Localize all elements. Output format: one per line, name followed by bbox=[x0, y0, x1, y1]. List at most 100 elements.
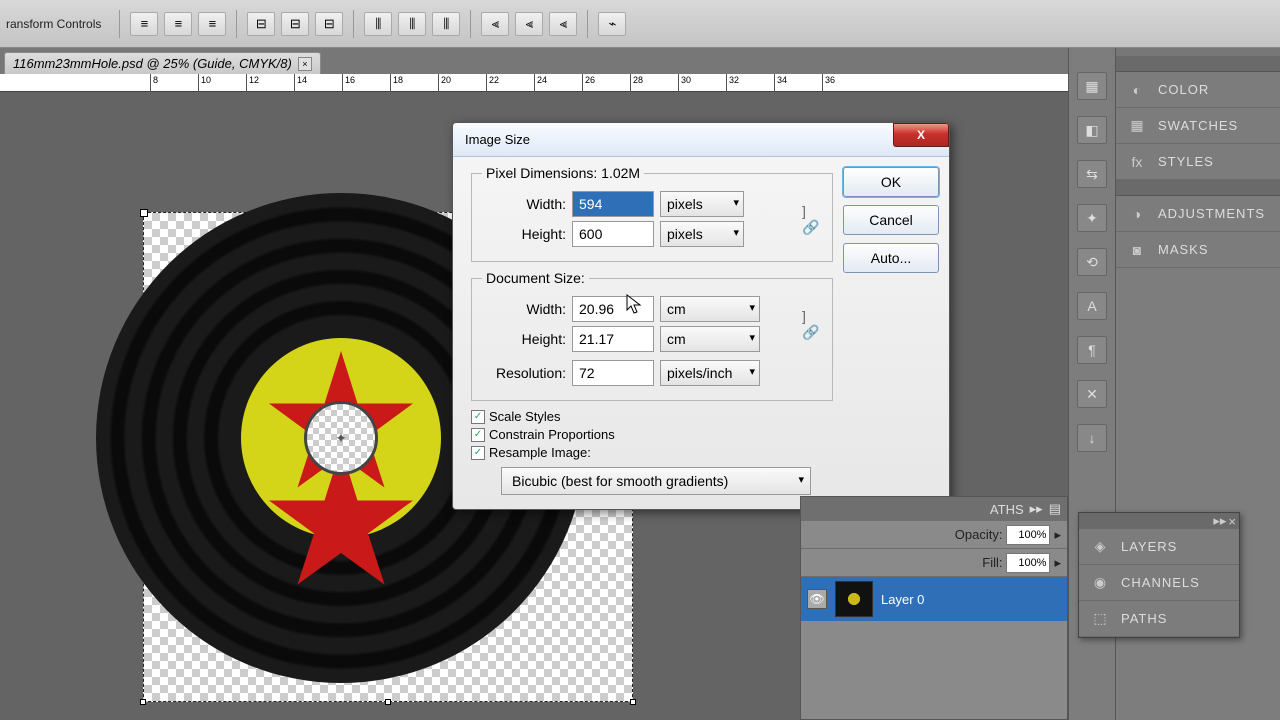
separator bbox=[119, 10, 120, 38]
chevron-icon[interactable]: ▸ bbox=[1054, 555, 1061, 571]
warp-btn[interactable]: ⌁ bbox=[598, 12, 626, 36]
distribute-btn-3[interactable]: ⫼ bbox=[432, 12, 460, 36]
doc-width-label: Width: bbox=[482, 301, 566, 317]
document-tab-label: 116mm23mmHole.psd @ 25% (Guide, CMYK/8) bbox=[13, 56, 292, 71]
panel-icon[interactable]: ↓ bbox=[1077, 424, 1107, 452]
swatches-panel-tab[interactable]: ▦ SWATCHES bbox=[1116, 108, 1280, 144]
cancel-button[interactable]: Cancel bbox=[843, 205, 939, 235]
color-icon: ◐ bbox=[1126, 80, 1148, 100]
document-size-group: Document Size: Width: cm Height: cm bbox=[471, 270, 833, 401]
panel-grip[interactable] bbox=[1116, 180, 1280, 196]
fill-input[interactable] bbox=[1006, 553, 1050, 573]
color-panel-tab[interactable]: ◐COLOR bbox=[1116, 72, 1280, 108]
layers-tab[interactable]: ◈LAYERS bbox=[1079, 529, 1239, 565]
options-bar: ransform Controls ≡ ≡ ≡ ⊟ ⊟ ⊟ ⫼ ⫼ ⫼ ⫷ ⫷ … bbox=[0, 0, 1280, 48]
pixel-width-unit-select[interactable]: pixels bbox=[660, 191, 744, 217]
dialog-titlebar[interactable]: Image Size X bbox=[453, 123, 949, 157]
doc-height-label: Height: bbox=[482, 331, 566, 347]
pixel-dimensions-legend: Pixel Dimensions: 1.02M bbox=[482, 165, 644, 181]
ruler-tick: 28 bbox=[630, 74, 643, 92]
panel-icon[interactable]: ⟲ bbox=[1077, 248, 1107, 276]
panel-label: SWATCHES bbox=[1158, 118, 1238, 133]
panel-icon[interactable]: A bbox=[1077, 292, 1107, 320]
paths-tab-fragment[interactable]: ATHS bbox=[990, 502, 1024, 517]
visibility-eye-icon[interactable]: 👁 bbox=[807, 589, 827, 609]
opacity-label: Opacity: bbox=[955, 527, 1003, 542]
panel-icon[interactable]: ✕ bbox=[1077, 380, 1107, 408]
dialog-title: Image Size bbox=[465, 132, 530, 147]
channels-tab[interactable]: ◉CHANNELS bbox=[1079, 565, 1239, 601]
pixel-height-input[interactable] bbox=[572, 221, 654, 247]
distribute-btn-6[interactable]: ⫷ bbox=[549, 12, 577, 36]
panel-icon[interactable]: ✦ bbox=[1077, 204, 1107, 232]
doc-height-input[interactable] bbox=[572, 326, 654, 352]
close-tab-icon[interactable]: × bbox=[298, 57, 312, 71]
ruler-tick: 14 bbox=[294, 74, 307, 92]
link-icon: ] 🔗 bbox=[802, 203, 822, 236]
masks-panel-tab[interactable]: ◙MASKS bbox=[1116, 232, 1280, 268]
layers-panel-header[interactable]: ATHS ▸▸ ▤ bbox=[801, 497, 1067, 521]
auto-button[interactable]: Auto... bbox=[843, 243, 939, 273]
panel-icon[interactable]: ◧ bbox=[1077, 116, 1107, 144]
ruler-tick: 30 bbox=[678, 74, 691, 92]
panel-label: ADJUSTMENTS bbox=[1158, 206, 1265, 221]
doc-width-input[interactable] bbox=[572, 296, 654, 322]
scale-styles-checkbox[interactable]: ✓ bbox=[471, 410, 485, 424]
record-label: ✦ bbox=[241, 338, 441, 538]
ok-button[interactable]: OK bbox=[843, 167, 939, 197]
adjustments-panel-tab[interactable]: ◑ ADJUSTMENTS bbox=[1116, 196, 1280, 232]
dialog-close-button[interactable]: X bbox=[893, 123, 949, 147]
ruler-tick: 22 bbox=[486, 74, 499, 92]
separator bbox=[236, 10, 237, 38]
resample-checkbox[interactable]: ✓ bbox=[471, 446, 485, 460]
chevron-icon[interactable]: ▸▸ bbox=[1030, 501, 1043, 517]
distribute-btn-4[interactable]: ⫷ bbox=[481, 12, 509, 36]
doc-height-unit-select[interactable]: cm bbox=[660, 326, 760, 352]
document-size-legend: Document Size: bbox=[482, 270, 589, 286]
panel-icon[interactable]: ⇆ bbox=[1077, 160, 1107, 188]
panel-icon[interactable]: ▦ bbox=[1077, 72, 1107, 100]
panel-label: MASKS bbox=[1158, 242, 1209, 257]
doc-width-unit-select[interactable]: cm bbox=[660, 296, 760, 322]
align-btn-4[interactable]: ⊟ bbox=[247, 12, 275, 36]
ruler-tick: 18 bbox=[390, 74, 403, 92]
resample-method-select[interactable]: Bicubic (best for smooth gradients) bbox=[501, 467, 811, 495]
menu-icon[interactable]: ▤ bbox=[1049, 501, 1061, 517]
align-btn-6[interactable]: ⊟ bbox=[315, 12, 343, 36]
distribute-btn-2[interactable]: ⫼ bbox=[398, 12, 426, 36]
ruler-tick: 20 bbox=[438, 74, 451, 92]
distribute-btn-5[interactable]: ⫷ bbox=[515, 12, 543, 36]
popup-header[interactable]: ▸▸× bbox=[1079, 513, 1239, 529]
document-tab[interactable]: 116mm23mmHole.psd @ 25% (Guide, CMYK/8) … bbox=[4, 52, 321, 74]
align-btn-1[interactable]: ≡ bbox=[130, 12, 158, 36]
scale-styles-label: Scale Styles bbox=[489, 409, 561, 424]
resample-label: Resample Image: bbox=[489, 445, 591, 460]
opacity-input[interactable] bbox=[1006, 525, 1050, 545]
align-btn-5[interactable]: ⊟ bbox=[281, 12, 309, 36]
transform-handle[interactable] bbox=[385, 699, 391, 705]
panel-grip[interactable] bbox=[1116, 56, 1280, 72]
layer-thumbnail[interactable] bbox=[835, 581, 873, 617]
half-circle-icon: ◑ bbox=[1126, 204, 1148, 224]
transform-handle[interactable] bbox=[140, 699, 146, 705]
pixel-height-unit-select[interactable]: pixels bbox=[660, 221, 744, 247]
separator bbox=[470, 10, 471, 38]
panel-icon[interactable]: ¶ bbox=[1077, 336, 1107, 364]
ruler-tick: 36 bbox=[822, 74, 835, 92]
align-btn-3[interactable]: ≡ bbox=[198, 12, 226, 36]
panel-label: PATHS bbox=[1121, 611, 1167, 626]
options-label: ransform Controls bbox=[6, 17, 109, 31]
align-btn-2[interactable]: ≡ bbox=[164, 12, 192, 36]
distribute-btn-1[interactable]: ⫼ bbox=[364, 12, 392, 36]
styles-panel-tab[interactable]: fxSTYLES bbox=[1116, 144, 1280, 180]
ruler-tick: 32 bbox=[726, 74, 739, 92]
resolution-unit-select[interactable]: pixels/inch bbox=[660, 360, 760, 386]
layer-row[interactable]: 👁 Layer 0 bbox=[801, 577, 1067, 621]
resolution-input[interactable] bbox=[572, 360, 654, 386]
paths-tab[interactable]: ⬚PATHS bbox=[1079, 601, 1239, 637]
grid-icon: ▦ bbox=[1126, 116, 1148, 136]
pixel-width-input[interactable] bbox=[572, 191, 654, 217]
chevron-icon[interactable]: ▸ bbox=[1054, 527, 1061, 543]
transform-handle[interactable] bbox=[630, 699, 636, 705]
constrain-checkbox[interactable]: ✓ bbox=[471, 428, 485, 442]
